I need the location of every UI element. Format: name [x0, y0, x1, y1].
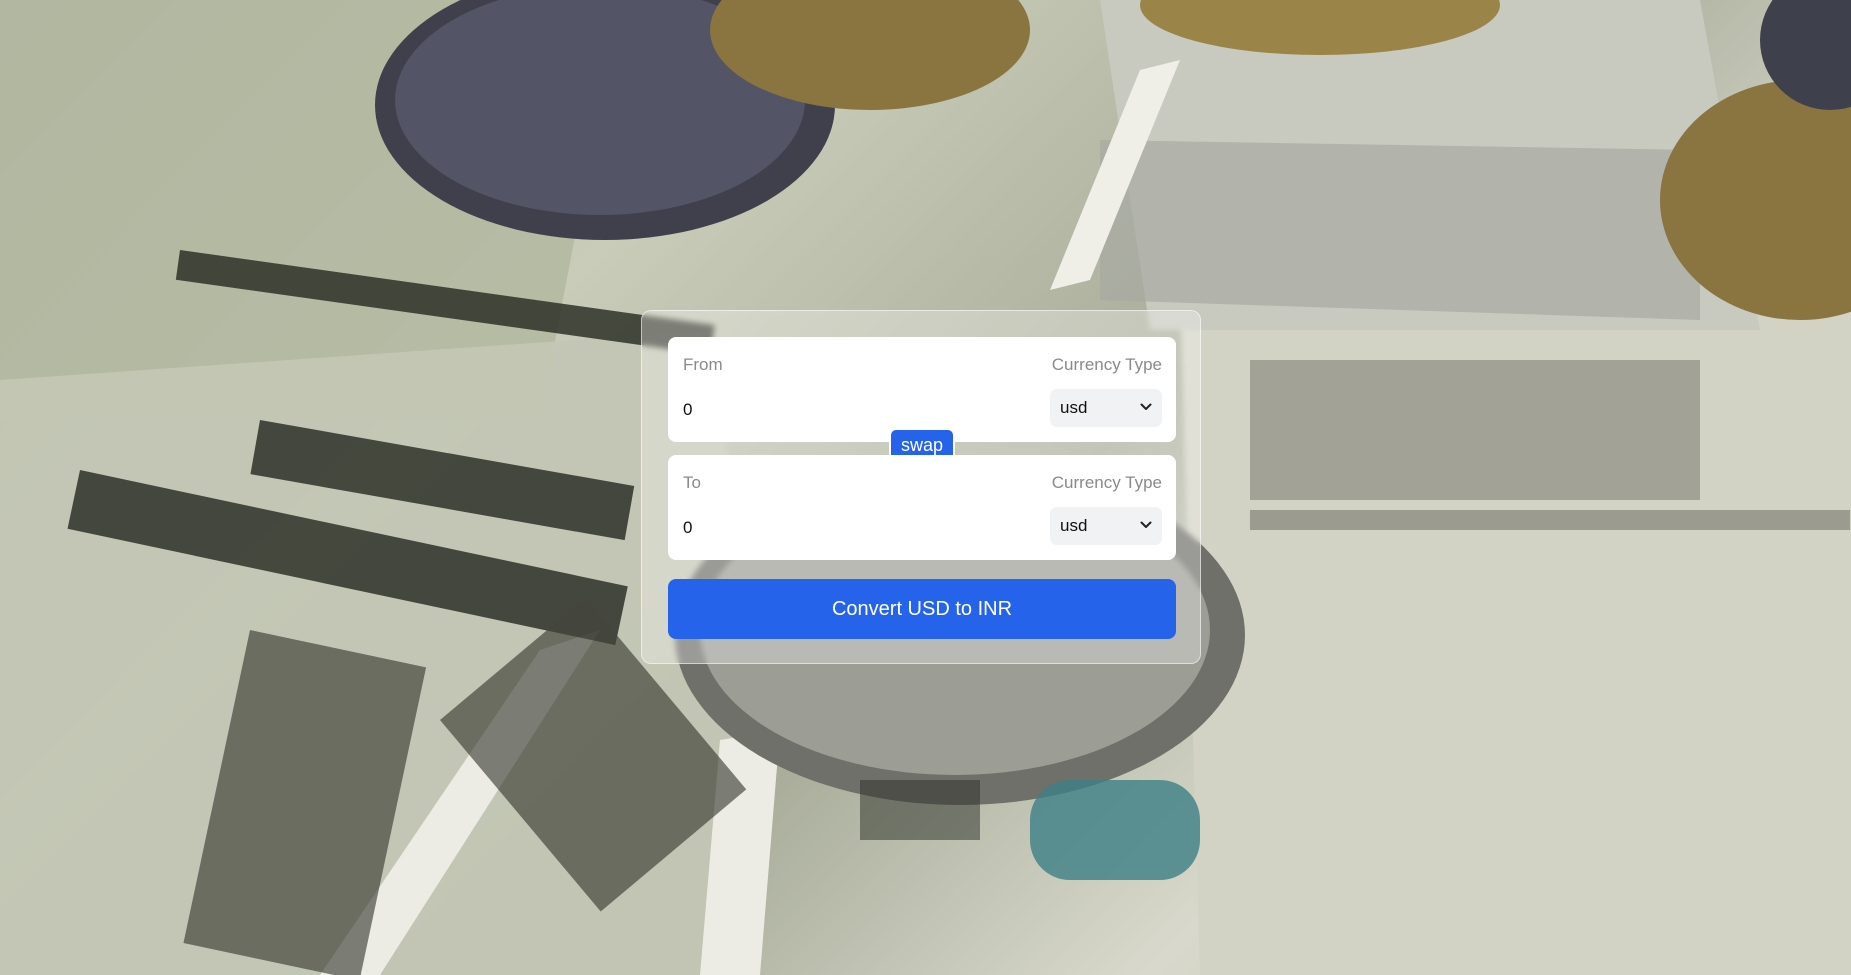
to-currency-type-label: Currency Type: [1051, 473, 1162, 492]
from-currency-value: usd: [1060, 398, 1088, 417]
from-field-box: From Currency Type usd: [668, 337, 1176, 442]
from-currency-type-label: Currency Type: [1051, 355, 1162, 374]
convert-button[interactable]: Convert USD to INR: [668, 579, 1176, 639]
from-currency-select[interactable]: usd: [1050, 389, 1162, 427]
chevron-down-icon: [1140, 403, 1152, 410]
from-label: From: [683, 355, 723, 374]
chevron-down-icon: [1140, 521, 1152, 528]
to-amount-input[interactable]: [683, 515, 1013, 541]
to-field-box: To Currency Type usd: [668, 455, 1176, 560]
to-label: To: [683, 473, 701, 492]
to-currency-select[interactable]: usd: [1050, 507, 1162, 545]
converter-card: From Currency Type usd swap To Currency …: [641, 310, 1201, 664]
from-amount-input[interactable]: [683, 397, 1013, 423]
to-currency-value: usd: [1060, 516, 1088, 535]
